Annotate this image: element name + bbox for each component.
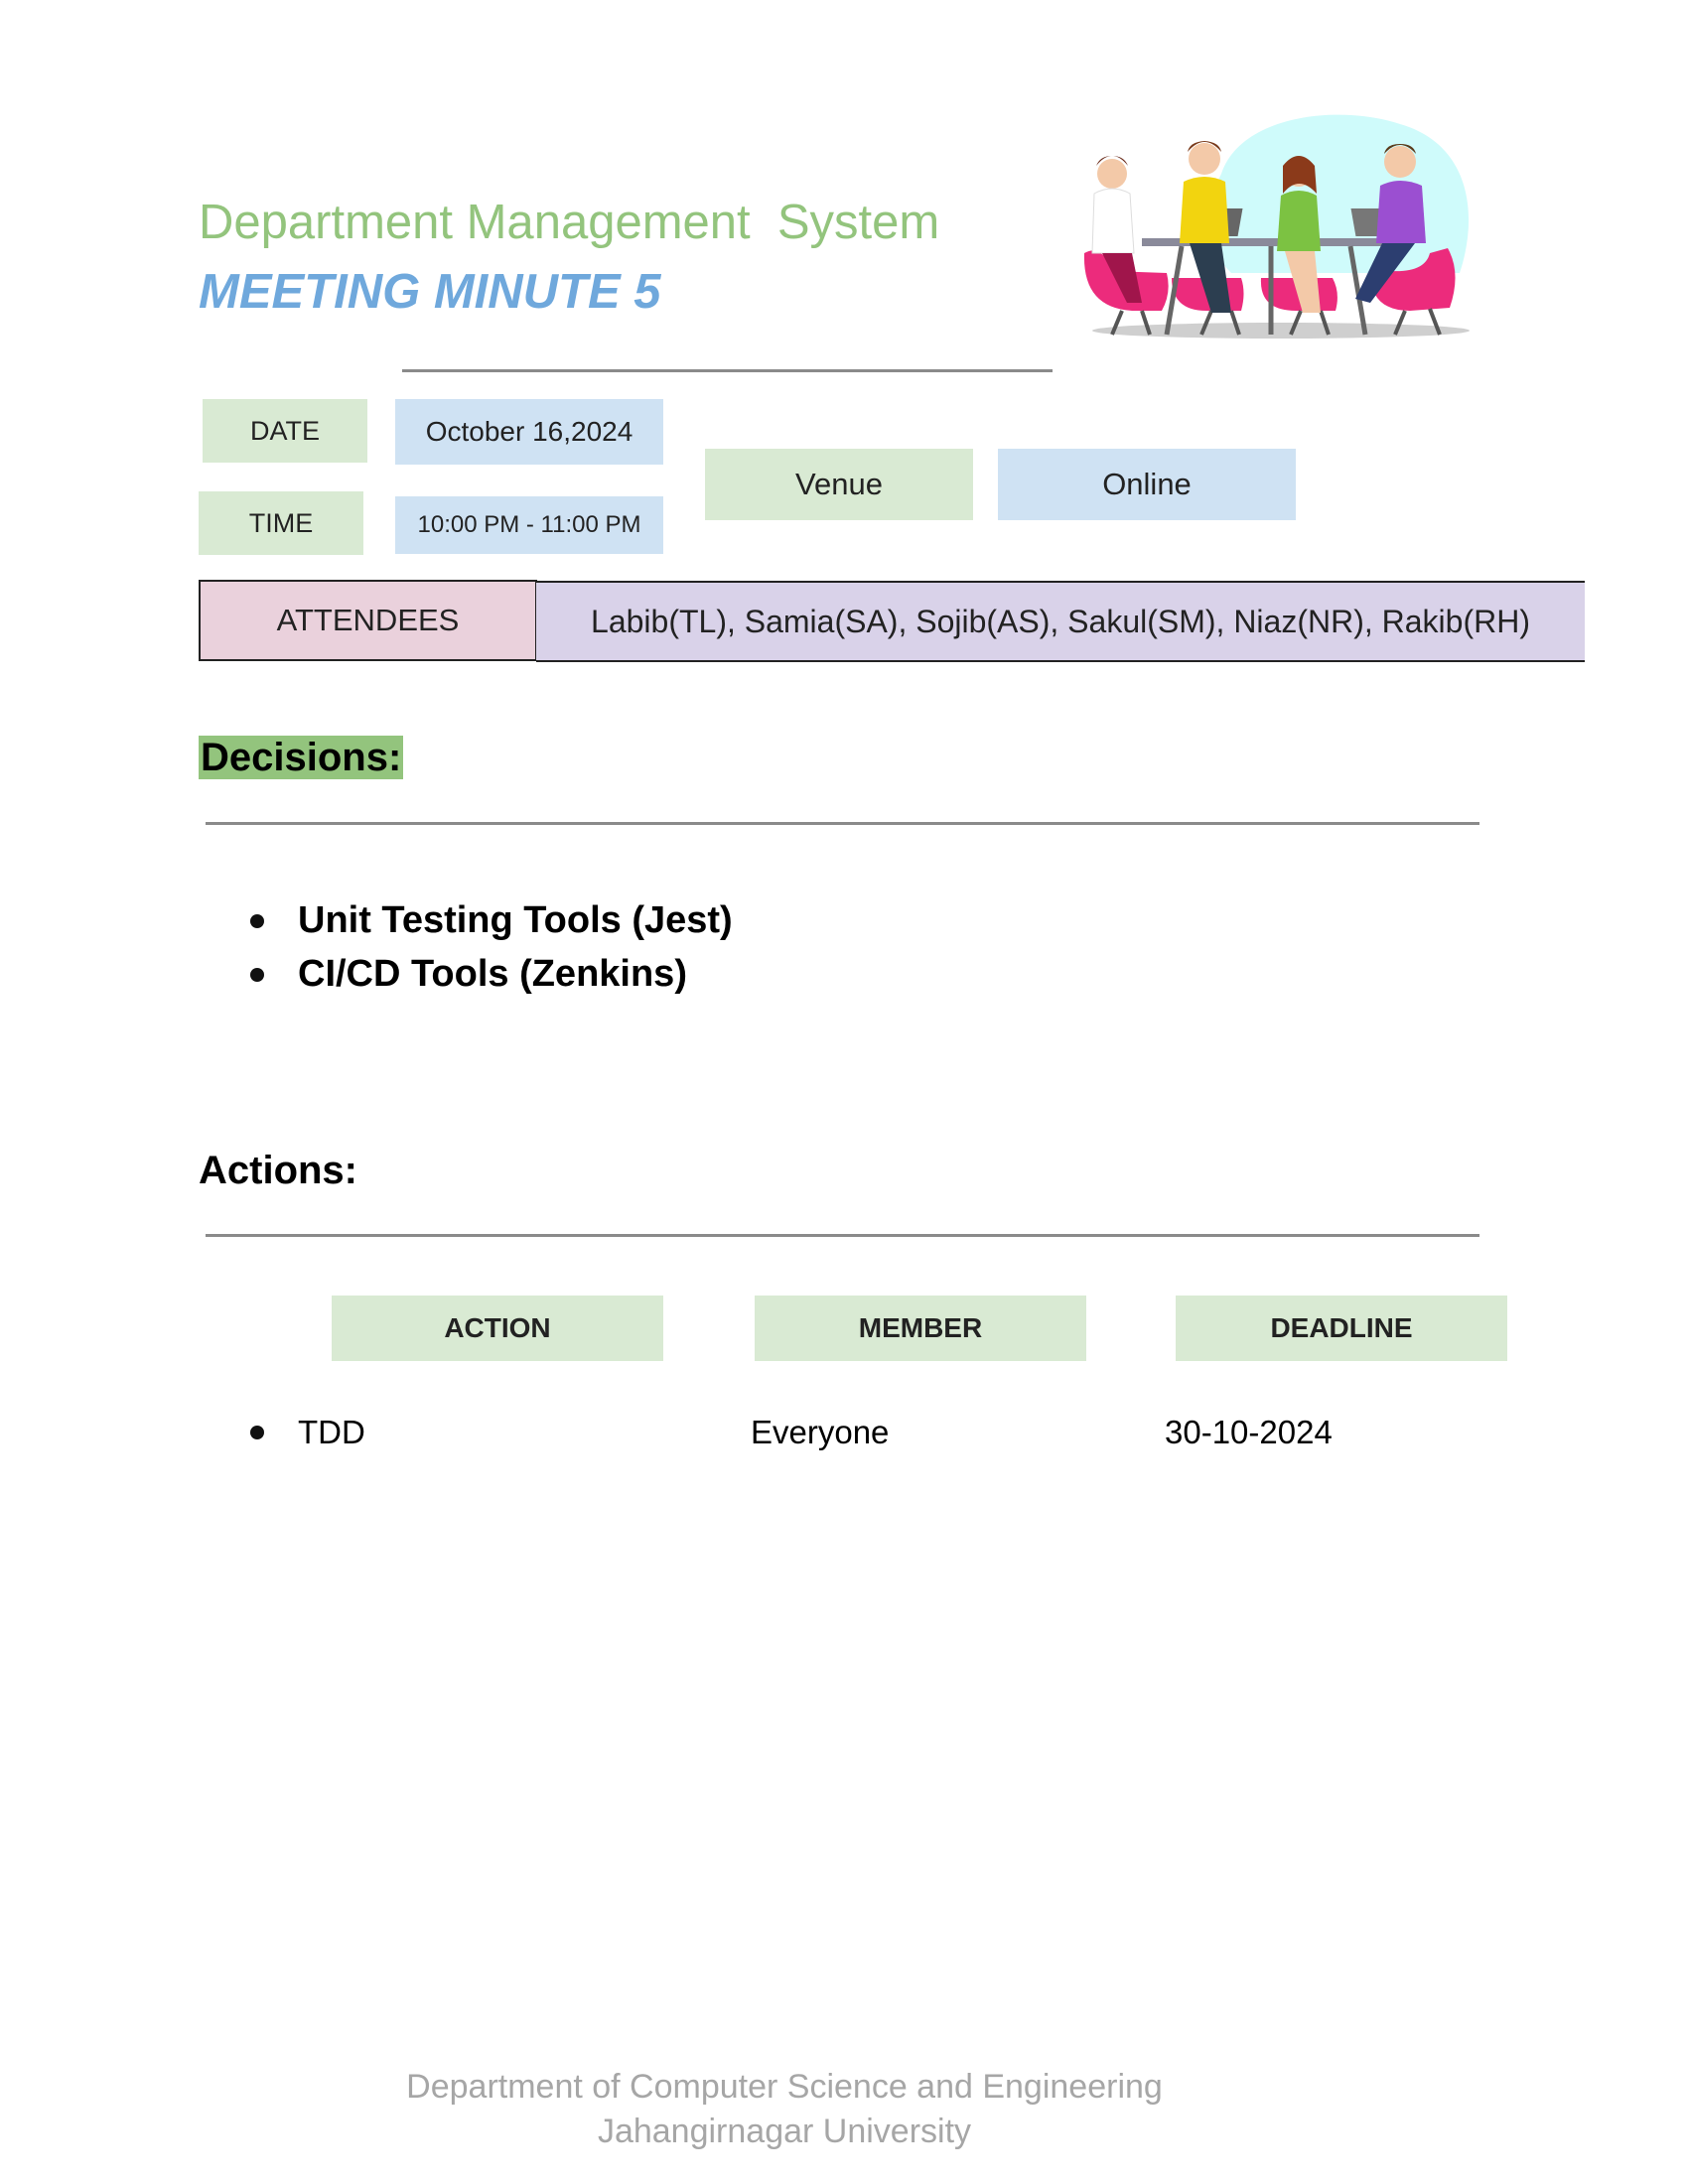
- venue-label-text: Venue: [795, 467, 883, 501]
- attendees-label-text: ATTENDEES: [276, 603, 460, 637]
- header-divider: [402, 369, 1053, 372]
- team-meeting-illustration: [1083, 114, 1470, 339]
- decisions-heading-text: Decisions:: [199, 736, 404, 779]
- member-cell: Everyone: [751, 1414, 890, 1450]
- footer-department: Department of Computer Science and Engin…: [406, 2068, 1163, 2106]
- date-value: October 16,2024: [395, 399, 663, 465]
- venue-value-text: Online: [1102, 467, 1192, 501]
- column-header-member: MEMBER: [755, 1296, 1086, 1361]
- action-row: TDD: [250, 1414, 365, 1451]
- deadline-cell: 30-10-2024: [1165, 1414, 1333, 1450]
- attendees-value: Labib(TL), Samia(SA), Sojib(AS), Sakul(S…: [536, 581, 1585, 662]
- bullet-icon: [250, 967, 264, 982]
- date-label-text: DATE: [249, 415, 320, 446]
- time-label-text: TIME: [248, 507, 314, 538]
- column-header-text: MEMBER: [858, 1312, 983, 1343]
- action-cell: TDD: [298, 1414, 365, 1450]
- document-subtitle: MEETING MINUTE 5: [199, 265, 661, 319]
- document-title: Department Management System: [199, 196, 940, 249]
- venue-label: Venue: [705, 449, 973, 520]
- time-value-text: 10:00 PM - 11:00 PM: [417, 511, 641, 538]
- actions-heading: Actions:: [199, 1149, 357, 1193]
- column-header-deadline: DEADLINE: [1176, 1296, 1507, 1361]
- time-value: 10:00 PM - 11:00 PM: [395, 496, 663, 554]
- column-header-text: DEADLINE: [1270, 1312, 1413, 1343]
- time-label: TIME: [199, 491, 363, 555]
- decision-item-text: Unit Testing Tools (Jest): [298, 899, 733, 941]
- attendees-value-text: Labib(TL), Samia(SA), Sojib(AS), Sakul(S…: [591, 603, 1530, 639]
- footer-university: Jahangirnagar University: [597, 2113, 972, 2150]
- attendees-label: ATTENDEES: [199, 580, 537, 661]
- decisions-divider: [206, 822, 1479, 825]
- actions-divider: [206, 1234, 1479, 1237]
- column-header-action: ACTION: [332, 1296, 663, 1361]
- date-label: DATE: [203, 399, 367, 463]
- bullet-icon: [250, 1426, 264, 1439]
- decision-item: Unit Testing Tools (Jest): [250, 899, 733, 942]
- column-header-text: ACTION: [444, 1312, 551, 1343]
- decision-item-text: CI/CD Tools (Zenkins): [298, 953, 687, 995]
- bullet-icon: [250, 913, 264, 928]
- actions-heading-text: Actions:: [199, 1149, 357, 1192]
- decisions-heading: Decisions:: [199, 736, 404, 780]
- venue-value: Online: [998, 449, 1296, 520]
- date-value-text: October 16,2024: [425, 416, 633, 447]
- decision-item: CI/CD Tools (Zenkins): [250, 953, 687, 996]
